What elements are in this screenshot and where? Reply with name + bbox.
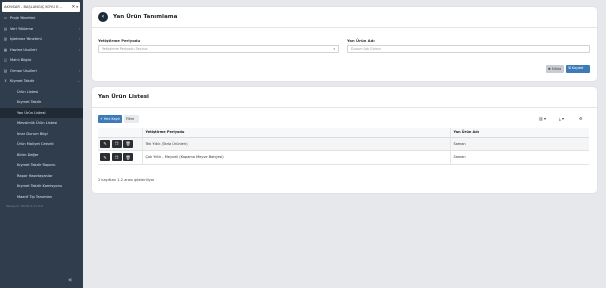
edit-icon[interactable]: ✎ xyxy=(100,153,110,162)
farm-select-value: AKHİSAR - BAŞLANGIÇ KÖYÜ E... xyxy=(4,5,62,9)
row-actions: ✎ ❐ 🗑 xyxy=(98,137,142,151)
sidebar-item-label: Orman Usulleri xyxy=(10,68,37,73)
pagination-info: 2 kayıttan 1-2 arası gösteriliyor xyxy=(98,178,155,182)
name-cell: Saman xyxy=(449,150,589,165)
sidebar-item-label: Hazine Usulleri xyxy=(10,47,37,52)
sidebar: AKHİSAR - BAŞLANGIÇ KÖYÜ E... ✕ ▾ ▭ Proje… xyxy=(0,0,83,288)
period-cell: Tek Yıllık (Tarla Ürünleri) xyxy=(141,137,450,151)
farm-select[interactable]: AKHİSAR - BAŞLANGIÇ KÖYÜ E... ✕ ▾ xyxy=(2,2,80,12)
clear-button[interactable]: ✖ Sıfırla xyxy=(546,65,564,73)
sidebar-item-treasury[interactable]: ▦ Hazine Usulleri ‹ xyxy=(0,45,83,56)
edit-icon[interactable]: ✎ xyxy=(100,139,110,148)
sidebar-item-label: Proje Yönetimi xyxy=(10,16,36,21)
version-label: Versiyon: 00.05.0.17.0.0 xyxy=(6,204,43,208)
name-input[interactable]: Durum Adı Giriniz xyxy=(347,45,590,53)
delete-icon[interactable]: 🗑 xyxy=(123,153,133,162)
copy-icon[interactable]: ❐ xyxy=(111,139,122,148)
actions-column-header xyxy=(98,128,142,138)
period-column-header[interactable]: Yetiştirme Periyodu xyxy=(141,128,450,138)
sidebar-subitem-commission[interactable]: Kıymet Takdir Komisyonu xyxy=(0,181,83,192)
sidebar-nav: ▭ Proje Yönetimi ▤ Veri Yükleme ‹ ▥ İşletmez… xyxy=(0,13,83,210)
chevron-down-icon[interactable]: ▾ xyxy=(76,5,78,9)
forest-icon: ▧ xyxy=(3,68,8,73)
new-record-button[interactable]: + Yeni Kayıt xyxy=(98,115,122,123)
sidebar-subitem-cost-table[interactable]: Ürün Maliyet Cetveli xyxy=(0,139,83,150)
settings-icon[interactable]: ⚙ xyxy=(579,116,583,121)
chevron-down-icon: ⌄ xyxy=(77,79,80,84)
business-icon: ▥ xyxy=(3,37,8,42)
list-title: Yan Ürün Listesi xyxy=(98,94,149,100)
sidebar-item-forest[interactable]: ▧ Orman Usulleri ‹ xyxy=(0,66,83,77)
sidebar-subitem-preparers[interactable]: Rapor Hazırlayanlar xyxy=(0,171,83,182)
sidebar-subitem-product-list[interactable]: Ürün Listesi xyxy=(0,87,83,98)
sidebar-item-business[interactable]: ▥ İşletmez Yönetimi ‹ xyxy=(0,34,83,45)
sidebar-subitem-type-defs[interactable]: Maarif Tip Tanımları xyxy=(0,192,83,203)
save-button[interactable]: 🖫 Kaydet xyxy=(566,65,590,73)
upload-icon: ▤ xyxy=(3,26,8,31)
sidebar-subitem-report[interactable]: Kıymet Takdir Raporu xyxy=(0,160,83,171)
back-icon[interactable]: ‹ xyxy=(98,12,108,22)
treasury-icon: ▦ xyxy=(3,47,8,52)
definition-header: ‹ Yan Ürün Tanımlama xyxy=(92,7,597,28)
chevron-icon: ‹ xyxy=(78,37,80,42)
table-row: ✎ ❐ 🗑 Çok Yıllık - Meyveli (Kapama Meyve B… xyxy=(98,150,589,165)
chevron-down-icon: ▾ xyxy=(333,47,335,51)
sidebar-item-project[interactable]: ▭ Proje Yönetimi xyxy=(0,13,83,24)
page-title: Yan Ürün Tanımlama xyxy=(113,14,178,20)
sidebar-item-label: Veri Yükleme xyxy=(10,26,34,31)
project-icon: ▭ xyxy=(3,16,8,21)
export-icon[interactable]: ⤓ ▾ xyxy=(559,116,564,121)
period-placeholder: Yetiştirme Periyodu Seçiniz xyxy=(102,47,148,51)
sidebar-subitem-zoning[interactable]: İmar Durum Bilgi xyxy=(0,129,83,140)
sidebar-subitem-byproduct-list[interactable]: Yan Ürün Listesi xyxy=(0,107,83,118)
parcel-icon: ◫ xyxy=(3,58,8,63)
sidebar-subitem-unit-value[interactable]: Birim Değer xyxy=(0,150,83,161)
definition-card: ‹ Yan Ürün Tanımlama Yetiştirme Periyodu… xyxy=(92,7,597,81)
sidebar-item-label: İşletmez Yönetimi xyxy=(10,37,42,42)
table-header-row: Yetiştirme Periyodu Yan Ürün Adı xyxy=(98,128,589,138)
chevron-icon: ‹ xyxy=(78,47,80,52)
collapse-sidebar-icon[interactable]: « xyxy=(68,276,72,284)
sidebar-item-label: Mahlı Bilgisi xyxy=(10,58,32,63)
copy-icon[interactable]: ❐ xyxy=(111,153,122,162)
row-actions: ✎ ❐ 🗑 xyxy=(98,150,142,165)
chart-icon: ⊻ xyxy=(4,79,7,84)
clear-icon[interactable]: ✕ xyxy=(71,5,75,10)
sidebar-subitem-seasonal-list[interactable]: Mevsimlik Ürün Listesi xyxy=(0,118,83,129)
filter-button[interactable]: Filtre xyxy=(124,115,139,123)
table-row: ✎ ❐ 🗑 Tek Yıllık (Tarla Ürünleri) Saman xyxy=(98,137,589,151)
chevron-icon: ‹ xyxy=(78,68,80,73)
name-column-header[interactable]: Yan Ürün Adı xyxy=(449,128,589,138)
period-label: Yetiştirme Periyodu xyxy=(98,38,141,43)
name-label: Yan Ürün Adı xyxy=(347,38,375,43)
columns-toggle-icon[interactable]: ▥ ▾ xyxy=(539,116,546,121)
delete-icon[interactable]: 🗑 xyxy=(123,139,133,148)
sidebar-subitem-valuation[interactable]: Kıymet Takdir xyxy=(0,97,83,108)
sidebar-item-valuation[interactable]: ⊻ Kiymet Takdir ⌄ xyxy=(0,76,83,87)
sidebar-item-upload[interactable]: ▤ Veri Yükleme ‹ xyxy=(0,24,83,35)
period-cell: Çok Yıllık - Meyveli (Kapama Meyve Bahçe… xyxy=(141,150,450,165)
sidebar-item-label: Kiymet Takdir xyxy=(10,79,35,84)
period-select[interactable]: Yetiştirme Periyodu Seçiniz ▾ xyxy=(98,45,339,53)
chevron-icon: ‹ xyxy=(78,26,80,31)
list-card: Yan Ürün Listesi + Yeni Kayıt Filtre ▥ ▾… xyxy=(92,87,597,193)
name-cell: Saman xyxy=(449,137,589,151)
name-placeholder: Durum Adı Giriniz xyxy=(351,47,381,51)
byproduct-table: Yetiştirme Periyodu Yan Ürün Adı ✎ ❐ 🗑 Tek… xyxy=(98,128,589,165)
list-header: Yan Ürün Listesi xyxy=(92,87,597,108)
sidebar-item-parcel[interactable]: ◫ Mahlı Bilgisi xyxy=(0,55,83,66)
